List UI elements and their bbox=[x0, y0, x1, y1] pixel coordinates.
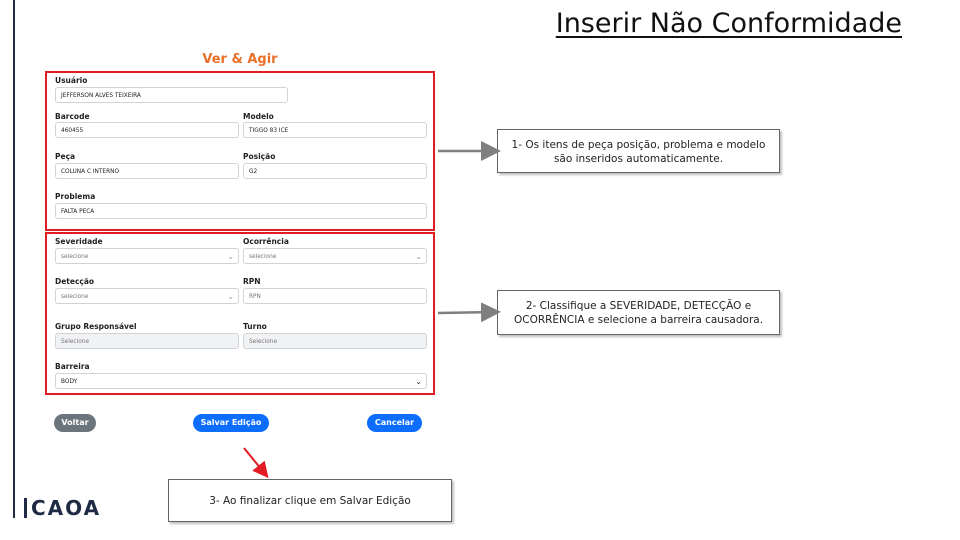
arrow-to-save-button bbox=[243, 447, 269, 479]
logo-text: CAOA bbox=[31, 496, 102, 520]
annotation-arrows bbox=[243, 141, 501, 479]
caoa-logo: CAOA bbox=[24, 496, 101, 520]
arrow-to-classification bbox=[437, 302, 501, 323]
logo-bar-icon bbox=[24, 498, 27, 518]
